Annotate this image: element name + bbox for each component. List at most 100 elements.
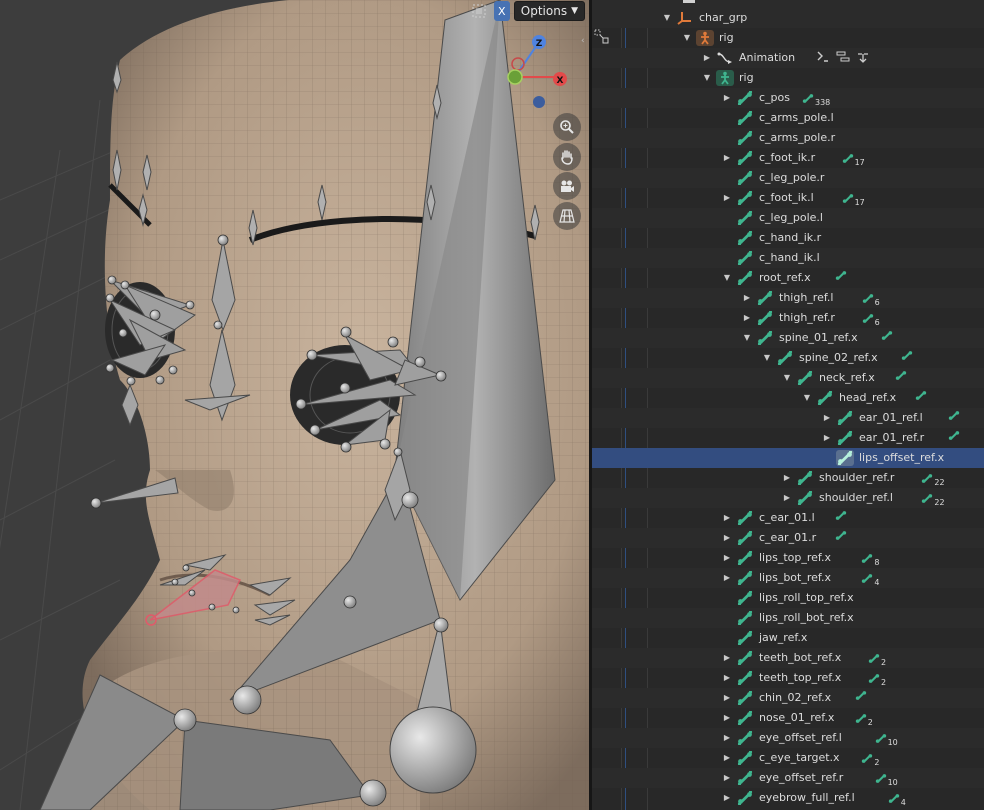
options-dropdown[interactable]: Options ▼ xyxy=(513,1,585,21)
expand-closed-icon[interactable]: ▶ xyxy=(722,152,732,164)
outliner-row-lips-bot-ref-x[interactable]: ▶ lips_bot_ref.x 4 xyxy=(592,568,984,588)
expand-closed-icon[interactable]: ▶ xyxy=(722,572,732,584)
child-bones-indicator[interactable] xyxy=(948,430,960,444)
expand-closed-icon[interactable]: ▶ xyxy=(782,492,792,504)
child-bones-indicator[interactable]: 338 xyxy=(802,90,830,107)
expand-closed-icon[interactable]: ▶ xyxy=(722,692,732,704)
outliner-row-nose-01-ref-x[interactable]: ▶ nose_01_ref.x 2 xyxy=(592,708,984,728)
child-bones-indicator[interactable]: 10 xyxy=(875,730,898,747)
child-bones-indicator[interactable]: 2 xyxy=(855,710,873,727)
outliner-row-root-ref-x[interactable]: ▼ root_ref.x xyxy=(592,268,984,288)
child-bones-indicator[interactable] xyxy=(835,530,847,544)
child-bones-indicator[interactable] xyxy=(915,390,927,404)
expand-open-icon[interactable]: ▼ xyxy=(742,332,752,344)
outliner-row-teeth-bot-ref-x[interactable]: ▶ teeth_bot_ref.x 2 xyxy=(592,648,984,668)
expand-closed-icon[interactable]: ▶ xyxy=(722,752,732,764)
child-bones-indicator[interactable] xyxy=(835,270,847,284)
hand-icon[interactable] xyxy=(553,143,581,171)
child-bones-indicator[interactable] xyxy=(948,410,960,424)
viewport-scene[interactable]: Z X xyxy=(0,0,589,810)
child-bones-indicator[interactable]: 22 xyxy=(921,470,945,487)
child-bones-indicator[interactable]: 4 xyxy=(861,570,879,587)
outliner-row-lips-offset-ref-x[interactable]: lips_offset_ref.x xyxy=(592,448,984,468)
expand-closed-icon[interactable]: ▶ xyxy=(782,472,792,484)
expand-closed-icon[interactable]: ▶ xyxy=(742,292,752,304)
expand-open-icon[interactable]: ▼ xyxy=(802,392,812,404)
xray-axis-button[interactable]: X xyxy=(493,1,510,21)
expand-closed-icon[interactable]: ▶ xyxy=(722,532,732,544)
child-bones-indicator[interactable]: 10 xyxy=(875,770,898,787)
child-bones-indicator[interactable]: 4 xyxy=(888,790,906,807)
expand-closed-icon[interactable]: ▶ xyxy=(822,412,832,424)
expand-closed-icon[interactable]: ▶ xyxy=(722,512,732,524)
expand-closed-icon[interactable]: ▶ xyxy=(722,672,732,684)
outliner-row-animation[interactable]: ▶ Animation xyxy=(592,48,984,68)
expand-open-icon[interactable]: ▼ xyxy=(662,12,672,24)
outliner-row-eyebrow-full-ref-l[interactable]: ▶ eyebrow_full_ref.l 4 xyxy=(592,788,984,808)
child-bones-indicator[interactable]: 6 xyxy=(862,290,880,307)
outliner-row-eye-offset-ref-l[interactable]: ▶ eye_offset_ref.l 10 xyxy=(592,728,984,748)
child-bones-indicator[interactable] xyxy=(835,510,847,524)
outliner-row-c-ear-01-r[interactable]: ▶ c_ear_01.r xyxy=(592,528,984,548)
expand-open-icon[interactable]: ▼ xyxy=(682,32,692,44)
expand-closed-icon[interactable]: ▶ xyxy=(722,772,732,784)
expand-open-icon[interactable]: ▼ xyxy=(782,372,792,384)
child-bones-indicator[interactable]: 22 xyxy=(921,490,945,507)
expand-closed-icon[interactable]: ▶ xyxy=(722,552,732,564)
outliner-row-c-arms-pole-l[interactable]: c_arms_pole.l xyxy=(592,108,984,128)
expand-open-icon[interactable]: ▼ xyxy=(722,272,732,284)
child-bones-indicator[interactable] xyxy=(895,370,907,384)
outliner-row-c-hand-ik-r[interactable]: c_hand_ik.r xyxy=(592,228,984,248)
collapse-sidebar-icon[interactable]: ‹ xyxy=(581,36,589,50)
outliner-row-spine-02-ref-x[interactable]: ▼ spine_02_ref.x xyxy=(592,348,984,368)
outliner-row-c-pos[interactable]: ▶ c_pos 338 xyxy=(592,88,984,108)
child-bones-indicator[interactable]: 17 xyxy=(842,150,865,167)
outliner-row-c-leg-pole-l[interactable]: c_leg_pole.l xyxy=(592,208,984,228)
3d-viewport[interactable]: Z X X Options ▼ ‹ xyxy=(0,0,589,810)
outliner-row-lips-roll-bot-ref-x[interactable]: lips_roll_bot_ref.x xyxy=(592,608,984,628)
child-bones-indicator[interactable]: 17 xyxy=(842,190,865,207)
child-bones-indicator[interactable] xyxy=(901,350,913,364)
expand-closed-icon[interactable]: ▶ xyxy=(702,52,712,64)
outliner-row-thigh-ref-l[interactable]: ▶ thigh_ref.l 6 xyxy=(592,288,984,308)
outliner-row-shoulder-ref-r[interactable]: ▶ shoulder_ref.r 22 xyxy=(592,468,984,488)
child-bones-indicator[interactable]: 2 xyxy=(861,750,879,767)
expand-closed-icon[interactable]: ▶ xyxy=(722,652,732,664)
outliner-row-rig[interactable]: ▼ rig xyxy=(592,68,984,88)
child-bones-indicator[interactable]: 6 xyxy=(862,310,880,327)
outliner-row-spine-01-ref-x[interactable]: ▼ spine_01_ref.x xyxy=(592,328,984,348)
outliner-row-neck-ref-x[interactable]: ▼ neck_ref.x xyxy=(592,368,984,388)
expand-open-icon[interactable]: ▼ xyxy=(702,72,712,84)
outliner-row-teeth-top-ref-x[interactable]: ▶ teeth_top_ref.x 2 xyxy=(592,668,984,688)
outliner-row-head-ref-x[interactable]: ▼ head_ref.x xyxy=(592,388,984,408)
outliner-row-lips-roll-top-ref-x[interactable]: lips_roll_top_ref.x xyxy=(592,588,984,608)
outliner-row-c-foot-ik-r[interactable]: ▶ c_foot_ik.r 17 xyxy=(592,148,984,168)
xray-toggle-icon[interactable] xyxy=(468,1,490,21)
child-bones-indicator[interactable] xyxy=(855,690,867,704)
outliner-row-c-hand-ik-l[interactable]: c_hand_ik.l xyxy=(592,248,984,268)
expand-closed-icon[interactable]: ▶ xyxy=(722,792,732,804)
outliner-row-c-eye-target-x[interactable]: ▶ c_eye_target.x 2 xyxy=(592,748,984,768)
child-bones-indicator[interactable]: 2 xyxy=(868,650,886,667)
expand-closed-icon[interactable]: ▶ xyxy=(742,312,752,324)
child-bones-indicator[interactable] xyxy=(881,330,893,344)
expand-closed-icon[interactable]: ▶ xyxy=(722,192,732,204)
camera-icon[interactable] xyxy=(553,172,581,200)
expand-open-icon[interactable]: ▼ xyxy=(762,352,772,364)
outliner-row-c-ear-01-l[interactable]: ▶ c_ear_01.l xyxy=(592,508,984,528)
zoom-icon[interactable] xyxy=(553,113,581,141)
expand-closed-icon[interactable]: ▶ xyxy=(822,432,832,444)
outliner-row-shoulder-ref-l[interactable]: ▶ shoulder_ref.l 22 xyxy=(592,488,984,508)
outliner-row-ear-01-ref-l[interactable]: ▶ ear_01_ref.l xyxy=(592,408,984,428)
grid-icon[interactable] xyxy=(553,202,581,230)
outliner-row-thigh-ref-r[interactable]: ▶ thigh_ref.r 6 xyxy=(592,308,984,328)
outliner-row-jaw-ref-x[interactable]: jaw_ref.x xyxy=(592,628,984,648)
outliner-row-rig[interactable]: ▼ rig xyxy=(592,28,984,48)
outliner-row-partial[interactable] xyxy=(592,0,984,8)
outliner-row-char-grp[interactable]: ▼ char_grp xyxy=(592,8,984,28)
outliner-row-eye-offset-ref-r[interactable]: ▶ eye_offset_ref.r 10 xyxy=(592,768,984,788)
expand-closed-icon[interactable]: ▶ xyxy=(722,712,732,724)
outliner-row-lips-top-ref-x[interactable]: ▶ lips_top_ref.x 8 xyxy=(592,548,984,568)
outliner-row-c-arms-pole-r[interactable]: c_arms_pole.r xyxy=(592,128,984,148)
child-bones-indicator[interactable]: 2 xyxy=(868,670,886,687)
